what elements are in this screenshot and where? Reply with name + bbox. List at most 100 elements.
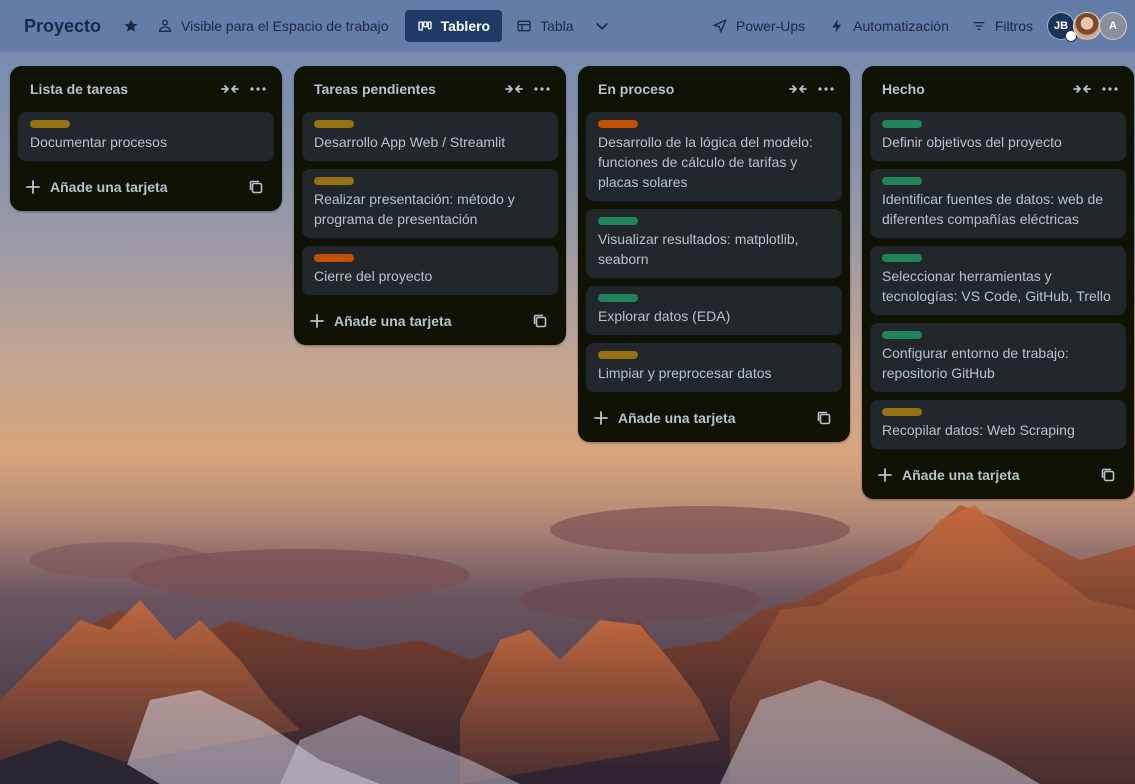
template-icon xyxy=(533,314,547,328)
card-title: Seleccionar herramientas y tecnologías: … xyxy=(882,268,1111,304)
template-icon xyxy=(817,411,831,425)
list-header: Hecho xyxy=(870,66,1126,112)
add-card-button[interactable]: Añade una tarjeta xyxy=(310,305,526,337)
card-label-green xyxy=(882,331,922,339)
card-label-green xyxy=(882,254,922,262)
template-icon xyxy=(249,180,263,194)
card[interactable]: Realizar presentación: método y programa… xyxy=(302,169,558,238)
list-title[interactable]: Hecho xyxy=(882,81,1068,97)
add-card-button[interactable]: Añade una tarjeta xyxy=(878,459,1094,491)
list-footer: Añade una tarjeta xyxy=(302,303,558,339)
chevron-down-icon xyxy=(596,23,608,30)
add-card-label: Añade una tarjeta xyxy=(902,467,1020,483)
list-tareas-pendientes: Tareas pendientes Desarrollo App Web / S… xyxy=(294,66,566,345)
powerups-button[interactable]: Power-Ups xyxy=(704,10,813,42)
card[interactable]: Explorar datos (EDA) xyxy=(586,286,842,335)
member-avatar-photo[interactable] xyxy=(1073,12,1101,40)
member-avatar-jb[interactable]: JB xyxy=(1047,12,1077,42)
list-footer: Añade una tarjeta xyxy=(870,457,1126,493)
card-label-green xyxy=(882,120,922,128)
list-menu-button[interactable] xyxy=(244,75,272,103)
plus-icon xyxy=(310,314,324,328)
collapse-list-button[interactable] xyxy=(216,75,244,103)
visibility-button[interactable]: Visible para el Espacio de trabajo xyxy=(149,10,397,42)
plus-icon xyxy=(594,411,608,425)
star-button[interactable] xyxy=(115,10,147,42)
collapse-list-button[interactable] xyxy=(784,75,812,103)
card[interactable]: Definir objetivos del proyecto xyxy=(870,112,1126,161)
card[interactable]: Cierre del proyecto xyxy=(302,246,558,295)
plus-icon xyxy=(26,180,40,194)
list-header: Lista de tareas xyxy=(18,66,274,112)
member-avatar-a[interactable]: A xyxy=(1099,12,1127,40)
rocket-icon xyxy=(713,19,727,33)
card[interactable]: Limpiar y preprocesar datos xyxy=(586,343,842,392)
more-dots-icon xyxy=(250,87,266,91)
create-from-template-button[interactable] xyxy=(526,307,554,335)
card-label-yellow xyxy=(314,120,354,128)
card-label-yellow xyxy=(30,120,70,128)
member-initials: A xyxy=(1109,20,1117,32)
more-dots-icon xyxy=(1102,87,1118,91)
card-title: Visualizar resultados: matplotlib, seabo… xyxy=(598,231,799,267)
card-title: Documentar procesos xyxy=(30,134,167,150)
card-title: Desarrollo App Web / Streamlit xyxy=(314,134,506,150)
card-label-green xyxy=(882,177,922,185)
visibility-label: Visible para el Espacio de trabajo xyxy=(181,18,389,34)
card[interactable]: Configurar entorno de trabajo: repositor… xyxy=(870,323,1126,392)
filters-button[interactable]: Filtros xyxy=(963,10,1041,42)
card[interactable]: Documentar procesos xyxy=(18,112,274,161)
add-card-label: Añade una tarjeta xyxy=(618,410,736,426)
add-card-button[interactable]: Añade una tarjeta xyxy=(26,171,242,203)
more-views-button[interactable] xyxy=(586,10,618,42)
card-title: Configurar entorno de trabajo: repositor… xyxy=(882,345,1069,381)
collapse-list-button[interactable] xyxy=(500,75,528,103)
card-title: Realizar presentación: método y programa… xyxy=(314,191,515,227)
powerups-label: Power-Ups xyxy=(735,18,806,34)
automation-button[interactable]: Automatización xyxy=(821,10,957,42)
add-card-button[interactable]: Añade una tarjeta xyxy=(594,402,810,434)
table-view-icon xyxy=(517,20,531,32)
create-from-template-button[interactable] xyxy=(810,404,838,432)
card[interactable]: Seleccionar herramientas y tecnologías: … xyxy=(870,246,1126,315)
list-title[interactable]: Lista de tareas xyxy=(30,81,216,97)
more-dots-icon xyxy=(534,87,550,91)
list-footer: Añade una tarjeta xyxy=(586,400,842,436)
card-title: Definir objetivos del proyecto xyxy=(882,134,1062,150)
card[interactable]: Visualizar resultados: matplotlib, seabo… xyxy=(586,209,842,278)
collapse-list-button[interactable] xyxy=(1068,75,1096,103)
card-title: Identificar fuentes de datos: web de dif… xyxy=(882,191,1104,227)
board-view-icon xyxy=(417,21,432,31)
list-menu-button[interactable] xyxy=(1096,75,1124,103)
board-title[interactable]: Proyecto xyxy=(24,16,101,37)
card[interactable]: Desarrollo de la lógica del modelo: func… xyxy=(586,112,842,201)
view-tab-table-label: Tabla xyxy=(540,18,574,34)
create-from-template-button[interactable] xyxy=(242,173,270,201)
card-label-green xyxy=(598,294,638,302)
card[interactable]: Recopilar datos: Web Scraping xyxy=(870,400,1126,449)
template-icon xyxy=(1101,468,1115,482)
list-title[interactable]: Tareas pendientes xyxy=(314,81,500,97)
card-label-yellow xyxy=(598,351,638,359)
more-dots-icon xyxy=(818,87,834,91)
card[interactable]: Identificar fuentes de datos: web de dif… xyxy=(870,169,1126,238)
workspace-people-icon xyxy=(159,19,172,32)
card-title: Desarrollo de la lógica del modelo: func… xyxy=(598,134,813,190)
card[interactable]: Desarrollo App Web / Streamlit xyxy=(302,112,558,161)
list-lista-de-tareas: Lista de tareas Documentar procesos Añad… xyxy=(10,66,282,211)
filters-label: Filtros xyxy=(994,18,1033,34)
view-tab-board[interactable]: Tablero xyxy=(404,10,503,42)
list-menu-button[interactable] xyxy=(812,75,840,103)
list-menu-button[interactable] xyxy=(528,75,556,103)
card-title: Cierre del proyecto xyxy=(314,268,433,284)
add-card-label: Añade una tarjeta xyxy=(334,313,452,329)
collapse-arrows-icon xyxy=(505,85,523,93)
collapse-arrows-icon xyxy=(789,85,807,93)
list-title[interactable]: En proceso xyxy=(598,81,784,97)
create-from-template-button[interactable] xyxy=(1094,461,1122,489)
card-title: Recopilar datos: Web Scraping xyxy=(882,422,1075,438)
card-label-orange xyxy=(598,120,638,128)
list-footer: Añade una tarjeta xyxy=(18,169,274,205)
view-tab-table[interactable]: Tabla xyxy=(508,10,581,42)
board-header: Proyecto Visible para el Espacio de trab… xyxy=(0,0,1135,52)
